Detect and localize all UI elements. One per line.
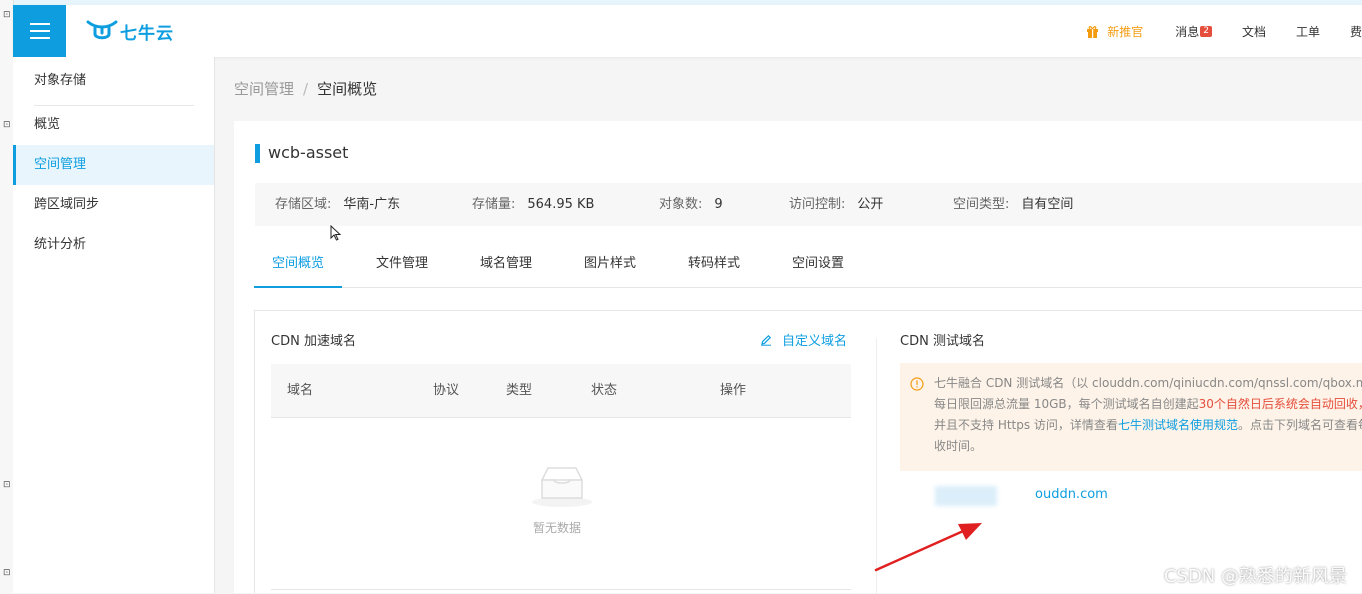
qiniu-logo-icon	[86, 20, 118, 40]
messages-label: 消息	[1175, 24, 1200, 39]
cdn-domains-title: CDN 加速域名	[271, 334, 356, 349]
docs-link[interactable]: 文档	[1242, 23, 1266, 40]
notice-recycle-warning: 30个自然日后系统会自动回收，	[1198, 397, 1362, 411]
column-header-status: 状态	[591, 383, 618, 398]
tab-file-management[interactable]: 文件管理	[358, 251, 446, 286]
objects-label: 对象数:	[659, 197, 703, 212]
brand-name: 七牛云	[120, 23, 174, 44]
bucket-overview-card: wcb-asset 存储区域: 华南-广东 存储量: 564.95 KB 对象数: 9…	[234, 121, 1362, 594]
csdn-watermark: CSDN @熟悉的新风景	[1163, 566, 1347, 587]
hamburger-menu-button[interactable]	[13, 5, 66, 57]
test-domain-title: CDN 测试域名	[900, 334, 985, 349]
red-annotation-arrow-icon	[874, 523, 982, 572]
bucket-name-title: wcb-asset	[268, 143, 349, 162]
storage-label: 存储量:	[472, 197, 516, 212]
access-field: 访问控制: 公开	[789, 183, 883, 226]
column-header-protocol: 协议	[433, 383, 460, 398]
tickets-label: 工单	[1295, 24, 1320, 39]
message-count-badge: 2	[1200, 25, 1212, 37]
custom-domain-button[interactable]: 自定义域名	[760, 330, 847, 349]
gift-icon	[1087, 25, 1099, 38]
sidebar-item-statistics[interactable]: 统计分析	[13, 225, 214, 265]
region-value: 华南-广东	[343, 197, 401, 212]
bucket-type-label: 空间类型:	[953, 197, 1010, 212]
region-field: 存储区域: 华南-广东	[275, 183, 400, 226]
objects-value: 9	[714, 197, 723, 212]
bucket-type-field: 空间类型: 自有空间	[953, 183, 1073, 226]
column-header-domain: 域名	[287, 383, 314, 398]
notice-line-3-tail: 。点击下列域名可查看每	[1237, 418, 1362, 432]
breadcrumb-separator: /	[303, 80, 309, 98]
fees-label: 费	[1350, 24, 1362, 39]
table-bottom-border	[271, 589, 851, 590]
sidebar-item-label: 空间管理	[34, 157, 87, 172]
sidebar-item-object-storage[interactable]: 对象存储	[13, 61, 214, 101]
column-header-actions: 操作	[720, 383, 747, 398]
sidebar-item-label: 统计分析	[34, 237, 87, 252]
breadcrumb-parent-link[interactable]: 空间管理	[234, 80, 294, 98]
menu-line	[30, 30, 50, 32]
menu-line	[30, 37, 50, 39]
notice-line-2: 每日限回源总流量 10GB，每个测试域名自创建起30个自然日后系统会自动回收，	[934, 394, 1362, 415]
test-domain-link[interactable]: ouddn.com	[1035, 487, 1108, 502]
tab-bucket-settings[interactable]: 空间设置	[774, 251, 862, 286]
sidebar-item-bucket-management[interactable]: 空间管理	[13, 145, 214, 185]
sidebar-item-label: 对象存储	[34, 73, 87, 88]
test-domain-notice: 七牛融合 CDN 测试域名（以 clouddn.com/qiniucdn.com…	[900, 363, 1362, 471]
breadcrumb-current: 空间概览	[317, 80, 378, 98]
breadcrumb: 空间管理 / 空间概览	[234, 78, 377, 99]
bucket-tabs: 空间概览 文件管理 域名管理 图片样式 转码样式 空间设置	[254, 251, 1362, 288]
warning-icon	[910, 377, 924, 391]
storage-value: 564.95 KB	[527, 197, 595, 212]
edge-mark: ⊡	[3, 480, 11, 490]
test-domain-policy-link[interactable]: 七牛测试域名使用规范	[1118, 418, 1238, 432]
sidebar-item-overview[interactable]: 概览	[13, 105, 214, 145]
tab-image-styles[interactable]: 图片样式	[566, 251, 654, 286]
column-header-type: 类型	[506, 383, 533, 398]
edit-icon	[761, 334, 772, 346]
objects-field: 对象数: 9	[659, 183, 723, 226]
tab-bucket-overview[interactable]: 空间概览	[254, 251, 342, 288]
messages-link[interactable]: 消息 2	[1175, 23, 1212, 40]
sidebar-item-label: 跨区域同步	[34, 197, 100, 212]
bucket-info-bar: 存储区域: 华南-广东 存储量: 564.95 KB 对象数: 9 访问控制: 公开 空…	[255, 183, 1362, 226]
notice-line-3: 并且不支持 Https 访问，详情查看七牛测试域名使用规范。点击下列域名可查看每	[934, 415, 1362, 436]
domains-panel: CDN 加速域名 自定义域名 域名 协议 类型 状态 操作 暂无数据 CDN 测…	[254, 310, 1362, 594]
region-label: 存储区域:	[275, 197, 332, 212]
sidebar: 对象存储 概览 空间管理 跨区域同步 统计分析	[13, 57, 215, 593]
edge-mark: ⊡	[3, 120, 11, 130]
bucket-type-value: 自有空间	[1021, 197, 1074, 212]
menu-line	[30, 23, 50, 25]
top-navbar: 七牛云 新推官 消息 2 文档 工单 费	[13, 5, 1362, 57]
access-label: 访问控制:	[789, 197, 846, 212]
recommend-link[interactable]: 新推官	[1086, 23, 1143, 40]
tab-domain-management[interactable]: 域名管理	[462, 251, 550, 286]
qiniu-logo[interactable]: 七牛云	[86, 18, 174, 44]
tickets-link[interactable]: 工单	[1296, 23, 1320, 40]
storage-field: 存储量: 564.95 KB	[472, 183, 594, 226]
empty-state-text: 暂无数据	[533, 521, 582, 535]
redacted-domain-prefix	[935, 486, 997, 506]
fees-link[interactable]: 费	[1350, 23, 1362, 40]
sidebar-item-cross-region-sync[interactable]: 跨区域同步	[13, 185, 214, 225]
tab-transcode-styles[interactable]: 转码样式	[670, 251, 758, 286]
docs-label: 文档	[1241, 24, 1266, 39]
access-value: 公开	[857, 197, 884, 212]
notice-line-2-text: 每日限回源总流量 10GB，每个测试域名自创建起	[934, 397, 1199, 411]
mouse-cursor-icon	[330, 225, 342, 241]
custom-domain-label: 自定义域名	[782, 334, 848, 349]
edge-mark: ⊡	[3, 568, 11, 578]
notice-line-3-text: 并且不支持 Https 访问，详情查看	[934, 418, 1118, 432]
empty-inbox-icon	[532, 467, 592, 507]
top-nav-links: 新推官 消息 2 文档 工单 费	[1086, 5, 1362, 57]
edge-mark: ⊡	[3, 10, 11, 20]
notice-line-4: 收时间。	[934, 439, 983, 453]
notice-line-1: 七牛融合 CDN 测试域名（以 clouddn.com/qiniucdn.com…	[934, 376, 1362, 390]
title-accent-bar	[255, 144, 260, 163]
cdn-table-header: 域名 协议 类型 状态 操作	[271, 364, 851, 418]
window-left-edge: ⊡ ⊡ ⊡ ⊡	[0, 0, 14, 593]
recommend-label: 新推官	[1107, 24, 1144, 39]
sidebar-item-label: 概览	[34, 117, 61, 132]
